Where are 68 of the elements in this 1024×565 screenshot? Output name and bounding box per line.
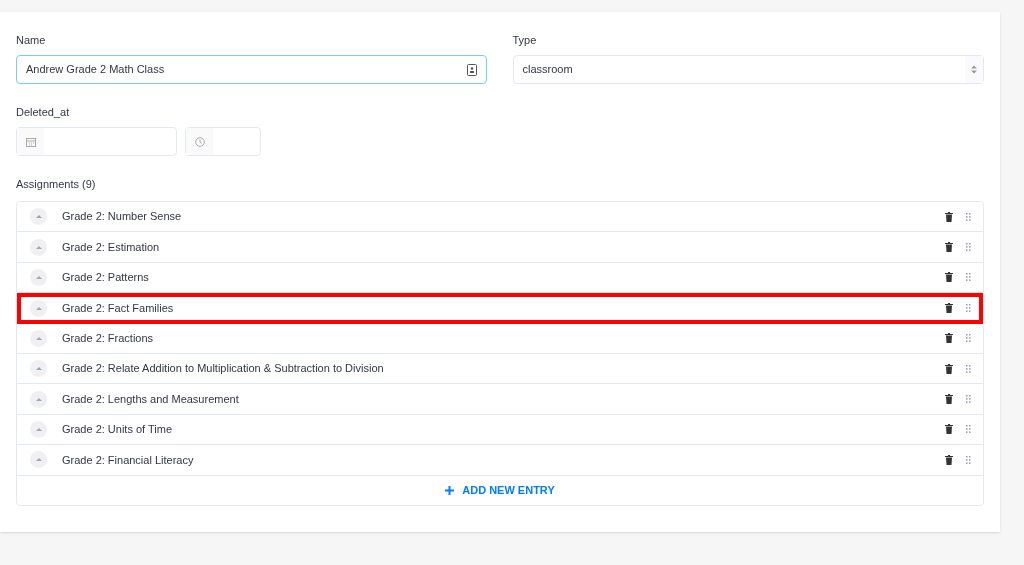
assignment-row[interactable]: Grade 2: Relate Addition to Multiplication & Subtraction to Division bbox=[17, 353, 983, 385]
assignment-row[interactable]: Grade 2: Fact Families bbox=[17, 293, 983, 324]
drag-handle-icon[interactable] bbox=[966, 243, 971, 252]
trash-icon[interactable] bbox=[945, 454, 953, 465]
collapse-button[interactable] bbox=[30, 299, 47, 317]
assignment-title: Grade 2: Fractions bbox=[62, 331, 155, 346]
collapse-button[interactable] bbox=[30, 329, 47, 347]
field-label: Deleted_at bbox=[16, 105, 71, 120]
trash-icon[interactable] bbox=[945, 211, 953, 222]
collapse-button[interactable] bbox=[30, 420, 47, 438]
trash-icon[interactable] bbox=[945, 272, 953, 283]
section-label: Assignments (9) bbox=[16, 177, 97, 192]
sort-arrows-icon bbox=[971, 65, 977, 74]
assignment-row[interactable]: Grade 2: Fractions bbox=[17, 323, 983, 354]
caret-up-icon bbox=[35, 427, 42, 431]
type-select[interactable]: classroom bbox=[512, 55, 984, 84]
assignment-row[interactable]: Grade 2: Estimation bbox=[17, 232, 983, 263]
drag-handle-icon[interactable] bbox=[966, 425, 971, 434]
collapse-button[interactable] bbox=[30, 268, 47, 286]
collapse-button[interactable] bbox=[30, 238, 47, 256]
assignment-title: Grade 2: Relate Addition to Multiplication & Subtraction to Division bbox=[62, 361, 385, 377]
calendar-icon bbox=[25, 136, 36, 147]
collapse-button[interactable] bbox=[30, 208, 47, 226]
drag-handle-icon[interactable] bbox=[966, 212, 971, 221]
assignment-title: Grade 2: Patterns bbox=[62, 270, 150, 286]
caret-up-icon bbox=[35, 397, 42, 401]
drag-handle-icon[interactable] bbox=[966, 364, 971, 373]
trash-icon[interactable] bbox=[945, 303, 953, 314]
assignment-title: Grade 2: Fact Families bbox=[62, 301, 175, 317]
trash-icon[interactable] bbox=[945, 333, 953, 344]
assignment-row[interactable]: Grade 2: Units of Time bbox=[17, 414, 983, 446]
assignment-row[interactable]: Grade 2: Number Sense bbox=[17, 202, 983, 233]
time-field[interactable] bbox=[185, 127, 261, 156]
collapse-button[interactable] bbox=[30, 390, 47, 408]
date-field[interactable] bbox=[16, 127, 177, 156]
trash-icon[interactable] bbox=[945, 363, 953, 374]
caret-up-icon bbox=[35, 336, 42, 340]
caret-up-icon bbox=[35, 275, 42, 279]
assignment-title: Grade 2: Lengths and Measurement bbox=[62, 391, 240, 407]
assignment-row[interactable]: Grade 2: Lengths and Measurement bbox=[17, 384, 983, 415]
plus-icon bbox=[445, 485, 455, 495]
caret-up-icon bbox=[35, 245, 42, 249]
drag-handle-icon[interactable] bbox=[966, 334, 971, 343]
caret-up-icon bbox=[35, 215, 42, 219]
assignment-title: Grade 2: Financial Literacy bbox=[62, 452, 195, 468]
assignment-title: Grade 2: Units of Time bbox=[62, 422, 174, 438]
trash-icon[interactable] bbox=[945, 394, 953, 405]
field-label: Name bbox=[16, 33, 47, 48]
caret-up-icon bbox=[35, 306, 42, 310]
add-entry-button[interactable]: ADD NEW ENTRY bbox=[445, 481, 555, 499]
contact-card-icon bbox=[466, 63, 477, 76]
assignment-row[interactable]: Grade 2: Patterns bbox=[17, 262, 983, 294]
assignment-title: Grade 2: Estimation bbox=[62, 239, 161, 255]
drag-handle-icon[interactable] bbox=[966, 455, 971, 464]
drag-handle-icon[interactable] bbox=[966, 304, 971, 313]
drag-handle-icon[interactable] bbox=[966, 395, 971, 404]
trash-icon[interactable] bbox=[945, 242, 953, 253]
caret-up-icon bbox=[35, 458, 42, 462]
collapse-button[interactable] bbox=[30, 360, 47, 378]
assignment-row[interactable]: Grade 2: Financial Literacy bbox=[17, 445, 983, 476]
field-label: Type bbox=[512, 33, 538, 48]
caret-up-icon bbox=[35, 367, 42, 371]
collapse-button[interactable] bbox=[30, 451, 47, 469]
trash-icon[interactable] bbox=[945, 424, 953, 435]
clock-icon bbox=[194, 136, 205, 147]
name-field[interactable]: Andrew Grade 2 Math Class bbox=[16, 55, 487, 84]
assignment-title: Grade 2: Number Sense bbox=[62, 209, 183, 225]
drag-handle-icon[interactable] bbox=[966, 273, 971, 282]
